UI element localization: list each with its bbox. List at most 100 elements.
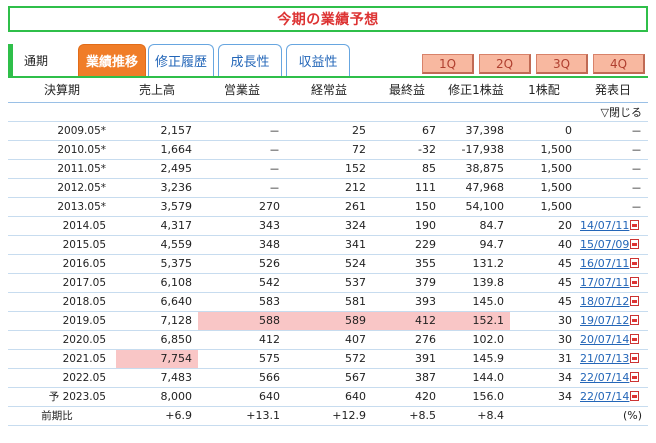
cell-period: 2017.05 bbox=[8, 273, 116, 293]
tab-earnings-trend[interactable]: 業績推移 bbox=[78, 44, 146, 76]
cell-ord: 524 bbox=[286, 254, 372, 274]
tab-profitability[interactable]: 収益性 bbox=[286, 44, 350, 76]
pdf-icon[interactable] bbox=[630, 296, 640, 306]
cell-div: 30 bbox=[510, 330, 578, 350]
cell-net: 150 bbox=[372, 197, 442, 217]
table-row: 2019.05 7,128 588 589 412 152.1 30 19/07/12 bbox=[8, 311, 648, 331]
announce-date-link[interactable]: 19/07/12 bbox=[580, 314, 629, 327]
announce-date-link[interactable]: 21/07/13 bbox=[580, 352, 629, 365]
cell-div: 45 bbox=[510, 273, 578, 293]
tab-growth[interactable]: 成長性 bbox=[218, 44, 282, 76]
pdf-icon[interactable] bbox=[630, 315, 640, 325]
cell-op: 588 bbox=[198, 311, 286, 331]
cell-div: 1,500 bbox=[510, 197, 578, 217]
cell-div: 30 bbox=[510, 311, 578, 331]
cell-eps: 94.7 bbox=[442, 235, 510, 255]
cell-date: 20/07/14 bbox=[578, 330, 648, 350]
cell-ord: 572 bbox=[286, 349, 372, 369]
cell-div: 1,500 bbox=[510, 178, 578, 198]
cell-date: 14/07/11 bbox=[578, 216, 648, 236]
cell-net: 355 bbox=[372, 254, 442, 274]
table-row: 2018.05 6,640 583 581 393 145.0 45 18/07/12 bbox=[8, 292, 648, 312]
cell-eps: 145.0 bbox=[442, 292, 510, 312]
announce-date-link[interactable]: 18/07/12 bbox=[580, 295, 629, 308]
col-period: 決算期 bbox=[8, 78, 116, 103]
cell-eps: 54,100 bbox=[442, 197, 510, 217]
cell-ord: 567 bbox=[286, 368, 372, 388]
cell-ord: 341 bbox=[286, 235, 372, 255]
quarter-2q-button[interactable]: 2Q bbox=[479, 54, 531, 74]
cell-sales: 3,579 bbox=[116, 197, 198, 217]
cell-op: 542 bbox=[198, 273, 286, 293]
cell-period: 2022.05 bbox=[8, 368, 116, 388]
change-unit: (%) bbox=[578, 406, 648, 426]
pdf-icon[interactable] bbox=[630, 372, 640, 382]
cell-ord: 212 bbox=[286, 178, 372, 198]
cell-date: － bbox=[578, 159, 648, 179]
announce-date-link[interactable]: 14/07/11 bbox=[580, 219, 629, 232]
cell-date: － bbox=[578, 197, 648, 217]
table-row: 2014.05 4,317 343 324 190 84.7 20 14/07/11 bbox=[8, 216, 648, 236]
cell-op: － bbox=[198, 159, 286, 179]
announce-date-link[interactable]: 20/07/14 bbox=[580, 333, 629, 346]
cell-div: 45 bbox=[510, 254, 578, 274]
cell-sales: 3,236 bbox=[116, 178, 198, 198]
col-dividend: 1株配 bbox=[510, 78, 578, 103]
cell-eps: 131.2 bbox=[442, 254, 510, 274]
cell-sales: 8,000 bbox=[116, 387, 198, 407]
cell-net: 387 bbox=[372, 368, 442, 388]
cell-div: 1,500 bbox=[510, 159, 578, 179]
cell-eps: -17,938 bbox=[442, 140, 510, 160]
quarter-4q-button[interactable]: 4Q bbox=[593, 54, 645, 74]
cell-div: 20 bbox=[510, 216, 578, 236]
cell-op: 412 bbox=[198, 330, 286, 350]
table-row: 2016.05 5,375 526 524 355 131.2 45 16/07/11 bbox=[8, 254, 648, 274]
cell-period: 2010.05* bbox=[8, 140, 116, 160]
change-label: 前期比 bbox=[8, 406, 116, 426]
cell-ord: 537 bbox=[286, 273, 372, 293]
col-ordinary-profit: 経常益 bbox=[286, 78, 372, 103]
table-header: 決算期 売上高 営業益 経常益 最終益 修正1株益 1株配 発表日 bbox=[8, 78, 648, 103]
cell-op: 526 bbox=[198, 254, 286, 274]
cell-date: 22/07/14 bbox=[578, 368, 648, 388]
announce-date-link[interactable]: 16/07/11 bbox=[580, 257, 629, 270]
table-row: 予 2023.05 8,000 640 640 420 156.0 34 22/07/14 bbox=[8, 387, 648, 407]
cell-date: 17/07/11 bbox=[578, 273, 648, 293]
cell-period: 2019.05 bbox=[8, 311, 116, 331]
pdf-icon[interactable] bbox=[630, 258, 640, 268]
period-label: 通期 bbox=[24, 54, 49, 68]
announce-date-link[interactable]: 22/07/14 bbox=[580, 371, 629, 384]
cell-net: 229 bbox=[372, 235, 442, 255]
pdf-icon[interactable] bbox=[630, 391, 640, 401]
table-row: 2020.05 6,850 412 407 276 102.0 30 20/07/14 bbox=[8, 330, 648, 350]
cell-eps: 145.9 bbox=[442, 349, 510, 369]
cell-ord: 640 bbox=[286, 387, 372, 407]
cell-op: 566 bbox=[198, 368, 286, 388]
quarter-1q-button[interactable]: 1Q bbox=[422, 54, 474, 74]
pdf-icon[interactable] bbox=[630, 220, 640, 230]
cell-op: 583 bbox=[198, 292, 286, 312]
cell-date: － bbox=[578, 178, 648, 198]
quarter-3q-button[interactable]: 3Q bbox=[536, 54, 588, 74]
change-row: 前期比 +6.9 +13.1 +12.9 +8.5 +8.4 (%) bbox=[8, 406, 648, 426]
announce-date-link[interactable]: 17/07/11 bbox=[580, 276, 629, 289]
pdf-icon[interactable] bbox=[630, 334, 640, 344]
announce-date-link[interactable]: 22/07/14 bbox=[580, 390, 629, 403]
collapse-toggle[interactable]: ▽閉じる bbox=[8, 102, 648, 122]
pdf-icon[interactable] bbox=[630, 277, 640, 287]
cell-sales: 7,128 bbox=[116, 311, 198, 331]
announce-date-link[interactable]: 15/07/09 bbox=[580, 238, 629, 251]
pdf-icon[interactable] bbox=[630, 353, 640, 363]
cell-net: 111 bbox=[372, 178, 442, 198]
pdf-icon[interactable] bbox=[630, 239, 640, 249]
col-operating-profit: 営業益 bbox=[198, 78, 286, 103]
cell-net: 379 bbox=[372, 273, 442, 293]
tab-revision-history[interactable]: 修正履歴 bbox=[148, 44, 214, 76]
table-row: 2011.05* 2,495 － 152 85 38,875 1,500 － bbox=[8, 159, 648, 179]
cell-date: 15/07/09 bbox=[578, 235, 648, 255]
cell-eps: 38,875 bbox=[442, 159, 510, 179]
cell-op: 348 bbox=[198, 235, 286, 255]
change-eps: +8.4 bbox=[442, 406, 510, 426]
col-eps: 修正1株益 bbox=[442, 78, 510, 103]
cell-net: 67 bbox=[372, 121, 442, 141]
